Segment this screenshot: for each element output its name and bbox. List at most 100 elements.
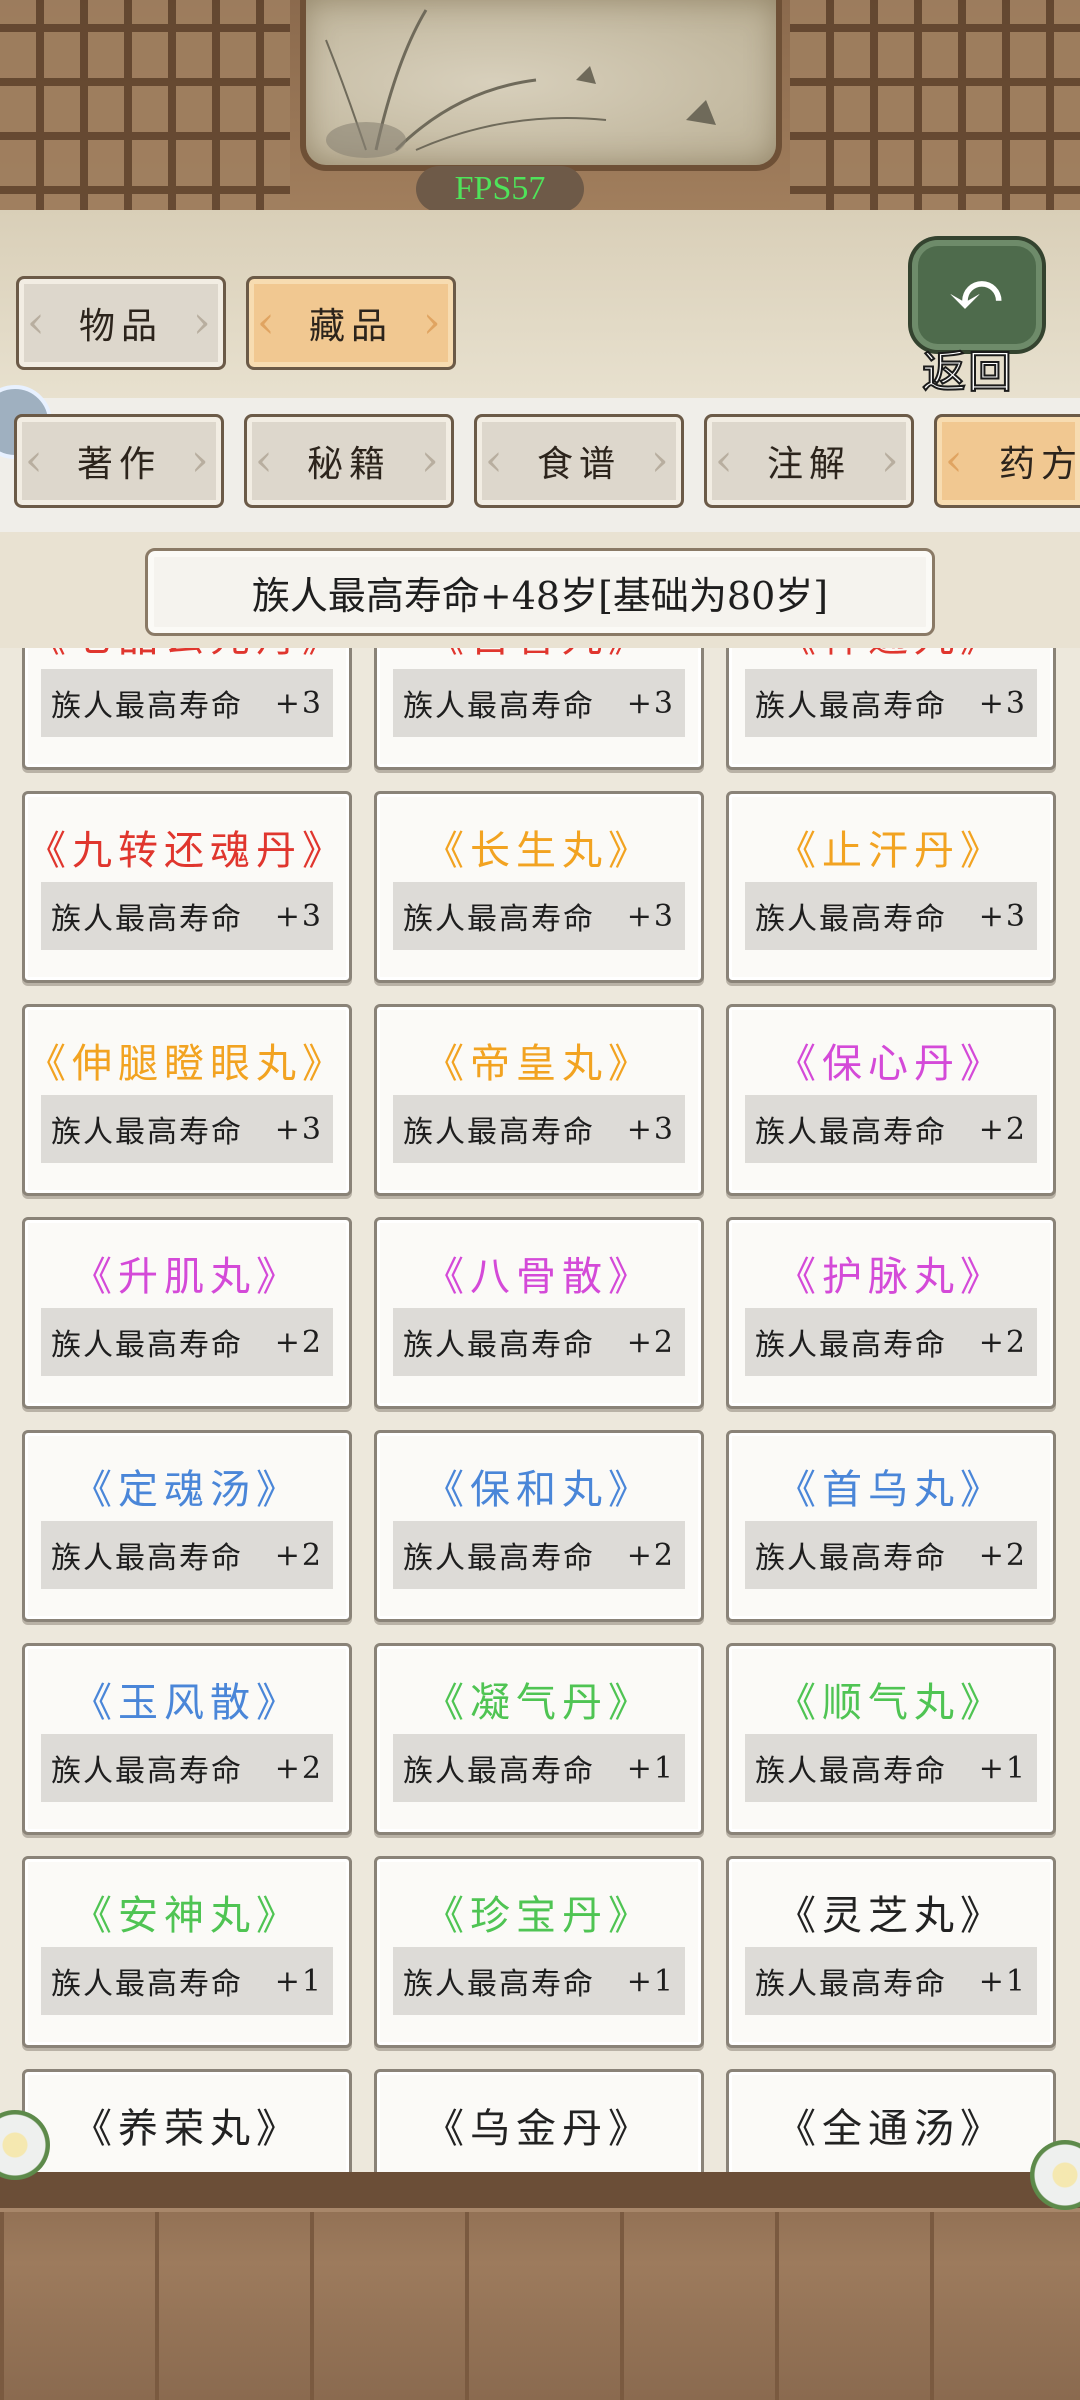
stat-value: +3	[274, 898, 323, 934]
stat-value: +2	[978, 1537, 1027, 1573]
stat-label: 族人最高寿命	[755, 1967, 947, 2002]
prescription-card[interactable]: 《首乌丸》族人最高寿命 +2	[726, 1430, 1056, 1622]
tab-label: 药方	[999, 444, 1080, 485]
prescription-name: 《保和丸》	[424, 1467, 654, 1513]
window-lattice-right	[790, 0, 1080, 240]
stat-value: +3	[626, 898, 675, 934]
prescription-card[interactable]: 《护脉丸》族人最高寿命 +2	[726, 1217, 1056, 1409]
prescription-card[interactable]: 《玉风散》族人最高寿命 +2	[22, 1643, 352, 1835]
prescription-card[interactable]: 《养荣丸》	[22, 2069, 352, 2174]
stat-label: 族人最高寿命	[403, 689, 595, 724]
stat-label: 族人最高寿命	[51, 1754, 243, 1789]
lifespan-summary: 族人最高寿命+48岁[基础为80岁]	[145, 548, 935, 636]
prescription-name: 《定魂汤》	[72, 1467, 302, 1513]
stat-value: +2	[274, 1324, 323, 1360]
tab-collections[interactable]: ‹ 藏品 ›	[246, 276, 456, 370]
lifespan-stat: 族人最高寿命 +3	[41, 882, 333, 950]
prescription-name: 《灵芝丸》	[776, 1893, 1006, 1939]
tab-label: 物品	[78, 306, 163, 347]
chevron-left-icon: ‹	[25, 435, 49, 486]
prescription-card[interactable]: 《顺气丸》 族人最高寿命 +1	[726, 1643, 1056, 1835]
lifespan-stat: 族人最高寿命 +2	[745, 1095, 1037, 1163]
chevron-left-icon: ‹	[255, 435, 279, 486]
prescription-card[interactable]: 《乌金丹》	[374, 2069, 704, 2174]
lifespan-stat: 族人最高寿命 +3	[393, 669, 685, 737]
prescription-name: 《养荣丸》	[72, 2106, 302, 2152]
stat-value: +3	[274, 685, 323, 721]
chevron-left-icon: ‹	[715, 435, 739, 486]
chevron-right-icon: ›	[881, 435, 905, 486]
stat-label: 族人最高寿命	[755, 1328, 947, 1363]
prescription-card[interactable]: 《升肌丸》族人最高寿命 +2	[22, 1217, 352, 1409]
tab-secret-manuals[interactable]: ‹ 秘籍 ›	[244, 414, 454, 508]
fps-counter: FPS57	[416, 166, 584, 212]
stat-label: 族人最高寿命	[51, 1541, 243, 1576]
tab-label: 藏品	[308, 306, 393, 347]
prescription-card[interactable]: 《帝皇丸》 族人最高寿命 +3	[374, 1004, 704, 1196]
prescription-name: 《玉风散》	[72, 1680, 302, 1726]
prescription-name: 《保心丹》	[776, 1041, 1006, 1087]
stat-label: 族人最高寿命	[755, 1115, 947, 1150]
stat-value: +1	[626, 1750, 675, 1786]
chevron-right-icon: ›	[421, 435, 445, 486]
stat-value: +2	[978, 1111, 1027, 1147]
prescription-name: 《凝气丹》	[424, 1680, 654, 1726]
chevron-right-icon: ›	[651, 435, 675, 486]
prescription-card[interactable]: 《凝气丹》族人最高寿命 +1	[374, 1643, 704, 1835]
prescription-card[interactable]: 《全通汤》	[726, 2069, 1056, 2174]
prescription-card[interactable]: 《七品玄元丹》族人最高寿命 +3	[22, 648, 352, 770]
tab-recipes[interactable]: ‹ 食谱 ›	[474, 414, 684, 508]
prescription-card[interactable]: 《灵芝丸》族人最高寿命 +1	[726, 1856, 1056, 2048]
prescription-card[interactable]: 《止汗丹》 族人最高寿命 +3	[726, 791, 1056, 983]
prescription-name: 《乌金丹》	[424, 2106, 654, 2152]
prescription-name: 《首乌丸》	[776, 1467, 1006, 1513]
lifespan-stat: 族人最高寿命 +3	[745, 882, 1037, 950]
lifespan-stat: 族人最高寿命 +1	[393, 1734, 685, 1802]
stat-value: +3	[978, 898, 1027, 934]
prescription-card[interactable]: 《安神丸》族人最高寿命 +1	[22, 1856, 352, 2048]
lifespan-stat: 族人最高寿命 +2	[745, 1308, 1037, 1376]
prescription-name: 《珍宝丹》	[424, 1893, 654, 1939]
prescription-name: 《升肌丸》	[72, 1254, 302, 1300]
prescription-name: 《七品玄元丹》	[25, 648, 349, 663]
stat-label: 族人最高寿命	[403, 1967, 595, 2002]
prescription-card[interactable]: 《保心丹》族人最高寿命 +2	[726, 1004, 1056, 1196]
lifespan-stat: 族人最高寿命 +1	[393, 1947, 685, 2015]
prescription-card[interactable]: 《珍宝丹》族人最高寿命 +1	[374, 1856, 704, 2048]
prescription-card[interactable]: 《百香丸》族人最高寿命 +3	[374, 648, 704, 770]
tab-prescriptions[interactable]: ‹ 药方	[934, 414, 1080, 508]
stat-label: 族人最高寿命	[755, 902, 947, 937]
stat-label: 族人最高寿命	[755, 689, 947, 724]
stat-value: +2	[626, 1324, 675, 1360]
stat-value: +1	[978, 1963, 1027, 1999]
prescription-card[interactable]: 《保和丸》族人最高寿命 +2	[374, 1430, 704, 1622]
stat-label: 族人最高寿命	[51, 1328, 243, 1363]
prescription-card[interactable]: 《神通丸》族人最高寿命 +3	[726, 648, 1056, 770]
stat-label: 族人最高寿命	[403, 902, 595, 937]
prescription-name: 《护脉丸》	[776, 1254, 1006, 1300]
prescription-name: 《八骨散》	[424, 1254, 654, 1300]
window-lattice-left	[0, 0, 290, 240]
prescription-card[interactable]: 《长生丸》 族人最高寿命 +3	[374, 791, 704, 983]
stat-value: +1	[626, 1963, 675, 1999]
lifespan-stat: 族人最高寿命 +3	[41, 1095, 333, 1163]
back-button[interactable]: ↶ 返回	[912, 240, 1052, 399]
lifespan-stat: 族人最高寿命 +3	[41, 669, 333, 737]
tab-annotations[interactable]: ‹ 注解 ›	[704, 414, 914, 508]
stat-value: +1	[978, 1750, 1027, 1786]
stat-label: 族人最高寿命	[51, 1115, 243, 1150]
lifespan-stat: 族人最高寿命 +2	[41, 1734, 333, 1802]
stat-value: +3	[978, 685, 1027, 721]
lifespan-stat: 族人最高寿命 +2	[393, 1521, 685, 1589]
lifespan-stat: 族人最高寿命 +2	[745, 1521, 1037, 1589]
prescription-name: 《安神丸》	[72, 1893, 302, 1939]
tab-writings[interactable]: ‹ 著作 ›	[14, 414, 224, 508]
lifespan-stat: 族人最高寿命 +1	[41, 1947, 333, 2015]
prescription-card[interactable]: 《伸腿瞪眼丸》 族人最高寿命 +3	[22, 1004, 352, 1196]
stat-label: 族人最高寿命	[403, 1541, 595, 1576]
prescription-name: 《九转还魂丹》	[26, 828, 348, 874]
prescription-card[interactable]: 《定魂汤》 族人最高寿命 +2	[22, 1430, 352, 1622]
prescription-card[interactable]: 《九转还魂丹》族人最高寿命 +3	[22, 791, 352, 983]
tab-items[interactable]: ‹ 物品 ›	[16, 276, 226, 370]
prescription-card[interactable]: 《八骨散》 族人最高寿命 +2	[374, 1217, 704, 1409]
